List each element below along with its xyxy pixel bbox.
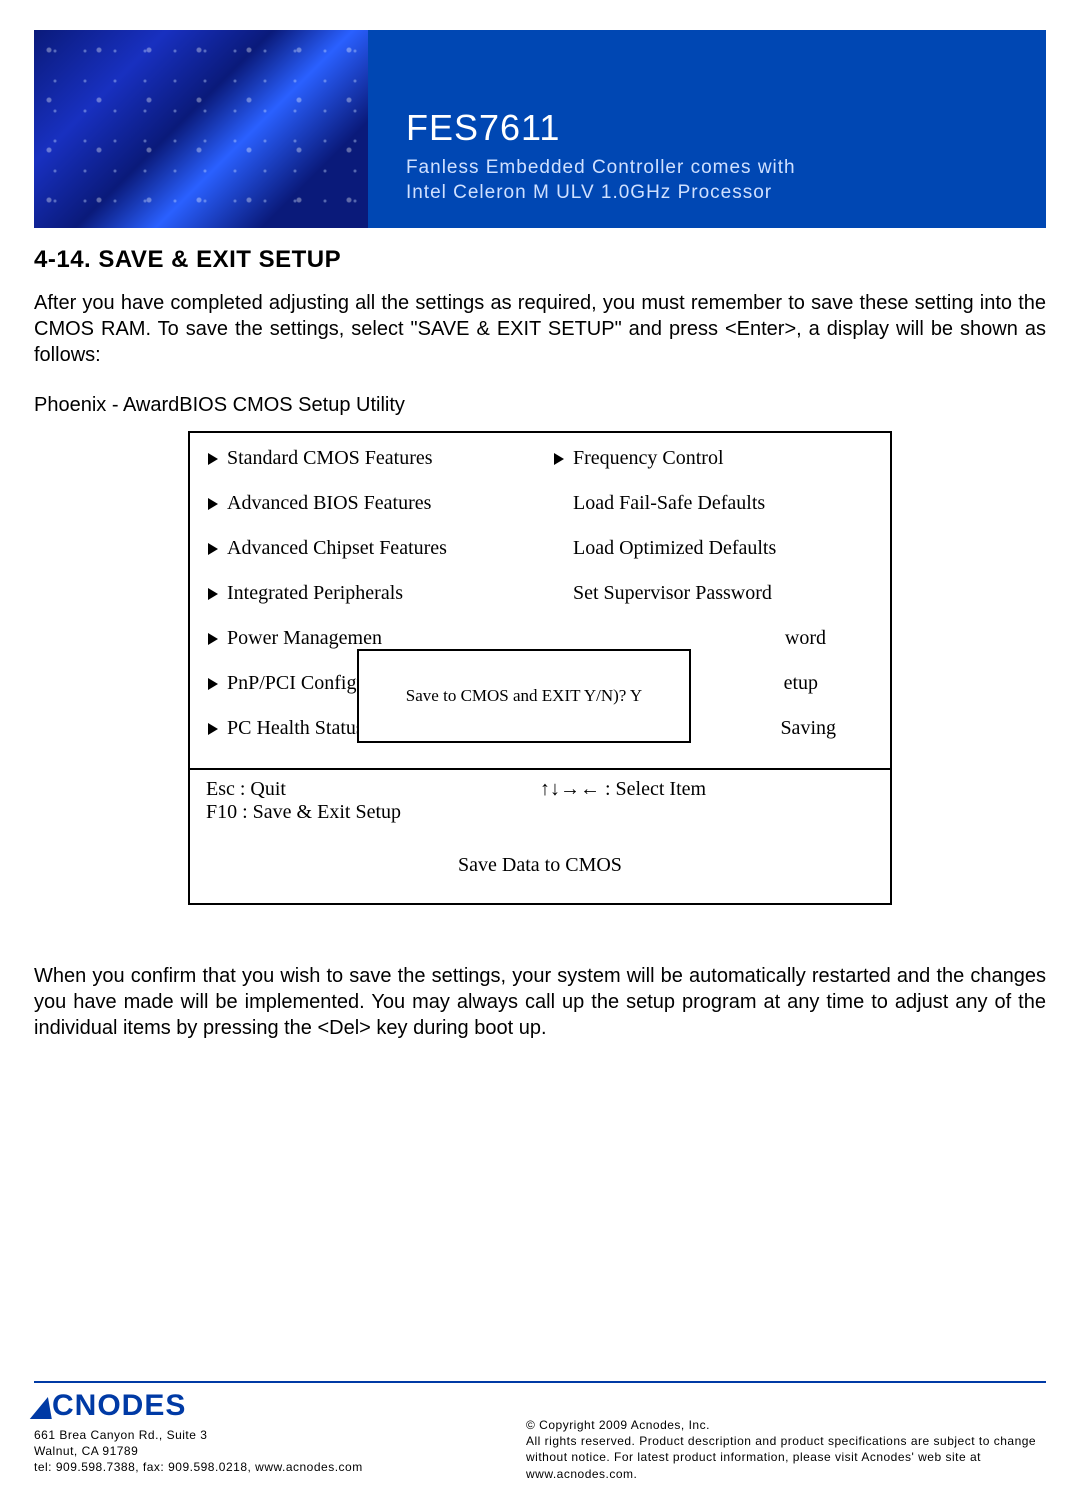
bios-item: Integrated Peripherals xyxy=(208,582,532,605)
banner-image xyxy=(34,30,368,228)
triangle-icon xyxy=(208,453,218,465)
footer-address: 661 Brea Canyon Rd., Suite 3 Walnut, CA … xyxy=(34,1427,363,1476)
bios-item: Power Managemen xyxy=(208,627,532,650)
bios-item: Standard CMOS Features xyxy=(208,447,532,470)
bios-footer: Save Data to CMOS xyxy=(190,834,890,903)
triangle-icon xyxy=(208,678,218,690)
triangle-icon xyxy=(208,498,218,510)
triangle-icon xyxy=(208,633,218,645)
triangle-icon xyxy=(554,453,564,465)
bios-item: Set Supervisor Password xyxy=(554,582,882,605)
intro-paragraph: After you have completed adjusting all t… xyxy=(34,290,1046,368)
triangle-icon xyxy=(208,723,218,735)
bios-item: Advanced BIOS Features xyxy=(208,492,532,515)
bios-item: Advanced Chipset Features xyxy=(208,537,532,560)
bios-item: word xyxy=(554,627,882,650)
bios-screen: Standard CMOS Features Advanced BIOS Fea… xyxy=(188,431,892,905)
triangle-icon xyxy=(208,543,218,555)
bios-menu-area: Standard CMOS Features Advanced BIOS Fea… xyxy=(190,433,890,770)
bios-hint-row: Esc : Quit F10 : Save & Exit Setup ↑↓→← … xyxy=(190,770,890,834)
header-banner: FES7611 Fanless Embedded Controller come… xyxy=(34,30,1046,228)
bios-item: Frequency Control xyxy=(554,447,882,470)
acnodes-logo: CNODES xyxy=(34,1389,363,1423)
section-heading: 4-14. SAVE & EXIT SETUP xyxy=(34,246,1046,274)
bios-dialog: Save to CMOS and EXIT Y/N)? Y xyxy=(357,649,691,743)
footer-left: CNODES 661 Brea Canyon Rd., Suite 3 Waln… xyxy=(34,1389,363,1476)
footer-legal: © Copyright 2009 Acnodes, Inc. All right… xyxy=(526,1389,1046,1482)
product-model: FES7611 xyxy=(406,107,1046,149)
outro-paragraph: When you confirm that you wish to save t… xyxy=(34,963,1046,1041)
product-subtitle: Fanless Embedded Controller comes with I… xyxy=(406,155,1046,206)
bios-item: Load Optimized Defaults xyxy=(554,537,882,560)
banner-text-block: FES7611 Fanless Embedded Controller come… xyxy=(368,30,1046,228)
bios-hint-right: ↑↓→← : Select Item xyxy=(540,778,874,824)
bios-hint-left: Esc : Quit F10 : Save & Exit Setup xyxy=(206,778,540,824)
bios-caption: Phoenix - AwardBIOS CMOS Setup Utility xyxy=(34,394,1046,417)
triangle-icon xyxy=(208,588,218,600)
bios-item: Load Fail-Safe Defaults xyxy=(554,492,882,515)
footer-rule xyxy=(34,1381,1046,1383)
page-footer: CNODES 661 Brea Canyon Rd., Suite 3 Waln… xyxy=(0,1381,1080,1510)
